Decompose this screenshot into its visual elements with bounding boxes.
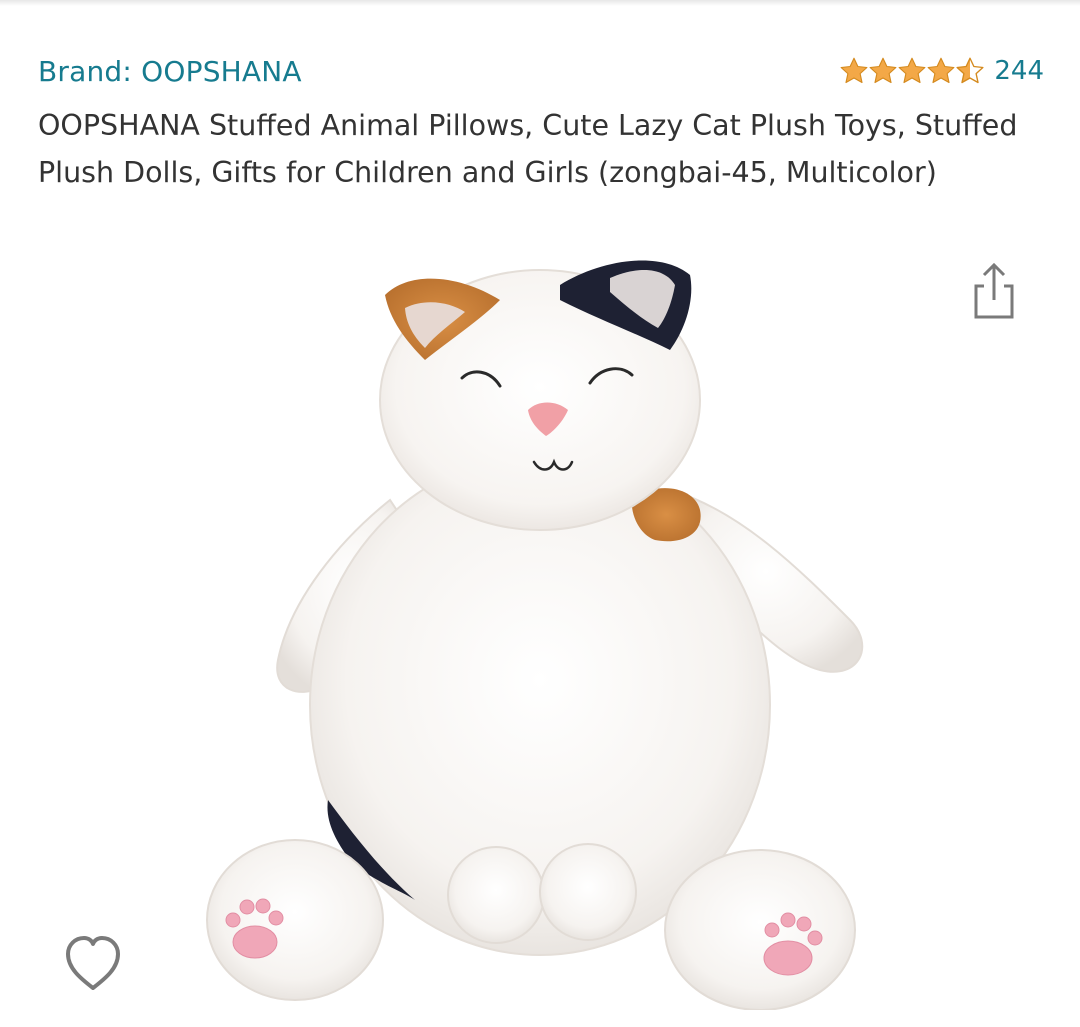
- star-icon: [898, 57, 926, 84]
- share-button[interactable]: [970, 260, 1018, 322]
- wishlist-button[interactable]: [60, 930, 126, 996]
- product-title: OOPSHANA Stuffed Animal Pillows, Cute La…: [38, 109, 1018, 189]
- star-icon: [927, 57, 955, 84]
- share-icon: [974, 262, 1014, 319]
- heart-icon: [66, 936, 120, 990]
- product-header: Brand: OOPSHANA 244 OOPSHANA Stuffed Ani…: [38, 50, 1048, 196]
- plush-cat-illustration: [206, 260, 864, 1011]
- star-icon: [869, 57, 897, 84]
- star-icon: [840, 57, 868, 84]
- rating-count: 244: [994, 56, 1044, 86]
- rating-summary[interactable]: 244: [839, 56, 1044, 86]
- brand-link[interactable]: Brand: OOPSHANA: [38, 55, 302, 88]
- star-rating: [839, 56, 984, 86]
- top-divider: [0, 0, 1080, 6]
- brand-rating-row: Brand: OOPSHANA 244: [38, 50, 1048, 92]
- half-star-icon: [956, 57, 984, 84]
- product-image[interactable]: [200, 240, 890, 1011]
